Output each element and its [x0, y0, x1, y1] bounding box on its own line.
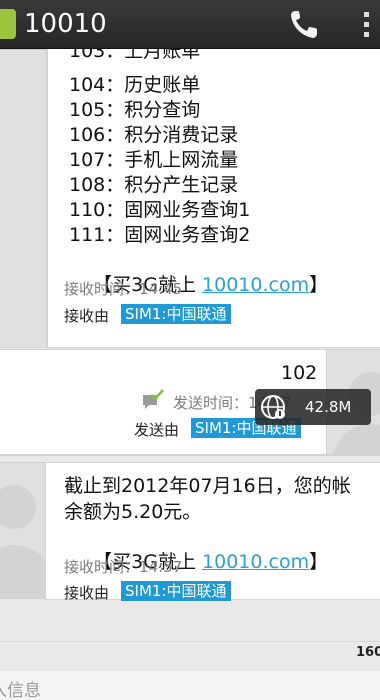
sim-badge: SIM1:中国联通 [121, 581, 231, 601]
contact-avatar[interactable] [0, 462, 47, 599]
message-line: 107：手机上网流量 [69, 149, 239, 171]
message-line: 截止到2012年07月16日，您的帐 [64, 475, 351, 497]
compose-placeholder: 入信息 [0, 681, 41, 700]
message-line: 110：固网业务查询1 [69, 199, 251, 221]
message-line: 105：积分查询 [69, 99, 201, 121]
received-time: 接收时间：14:57 [64, 558, 183, 576]
promo-suffix: 】 [309, 274, 329, 296]
message-line: 余额为5.20元。 [64, 501, 202, 523]
action-bar: 10010 [0, 0, 380, 49]
promo-suffix: 】 [309, 551, 329, 573]
conversation-list[interactable]: 103：上月账单 104：历史账单 105：积分查询 106：积分消费记录 10… [0, 49, 380, 700]
char-counter: 160 [356, 645, 380, 660]
avatar-silhouette [0, 485, 46, 598]
message-line: 108：积分产生记录 [69, 174, 239, 196]
message-line: 104：历史账单 [69, 74, 201, 96]
call-button[interactable] [286, 6, 326, 42]
received-time: 接收时间：14:45 [64, 280, 183, 298]
sent-message-text: 102 [281, 362, 318, 384]
overflow-menu-icon [364, 12, 369, 37]
contact-avatar[interactable] [0, 49, 47, 348]
promo-link[interactable]: 10010.com [202, 274, 309, 296]
message-line: 103：上月账单 [69, 49, 201, 62]
conversation-title: 10010 [24, 9, 107, 39]
sent-check-icon [142, 389, 164, 409]
data-usage-label: 42.8M [305, 398, 352, 416]
app-icon[interactable] [0, 9, 16, 39]
divider [0, 641, 380, 642]
sim-label: 接收由 [64, 307, 110, 325]
sim-badge: SIM1:中国联通 [121, 304, 231, 324]
divider [0, 455, 380, 456]
globe-icon [261, 395, 285, 419]
promo-link[interactable]: 10010.com [202, 551, 309, 573]
message-line: 106：积分消费记录 [69, 124, 239, 146]
phone-icon [291, 11, 317, 38]
compose-field[interactable]: 入信息 [0, 671, 380, 700]
data-usage-toast[interactable]: 42.8M [255, 389, 371, 425]
divider [0, 347, 380, 348]
overflow-menu-button[interactable] [344, 6, 380, 42]
sim-label: 接收由 [64, 584, 110, 602]
sim-label: 发送由 [134, 421, 180, 439]
message-line: 111：固网业务查询2 [69, 224, 251, 246]
